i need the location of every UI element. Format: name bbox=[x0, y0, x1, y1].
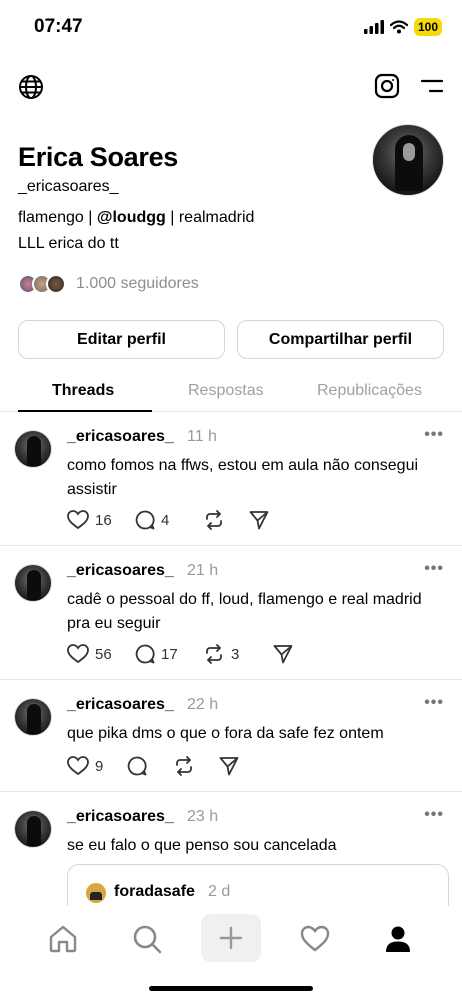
post-timestamp: 21 h bbox=[187, 562, 219, 579]
share-button[interactable] bbox=[249, 510, 269, 530]
post-timestamp: 22 h bbox=[187, 696, 219, 713]
nav-search[interactable] bbox=[122, 916, 172, 962]
share-button[interactable] bbox=[273, 644, 293, 664]
home-indicator bbox=[149, 986, 313, 991]
post-username[interactable]: _ericasoares_ bbox=[67, 428, 174, 446]
heart-icon bbox=[67, 644, 89, 664]
nav-profile[interactable] bbox=[373, 916, 423, 962]
nav-add[interactable] bbox=[201, 914, 261, 962]
wifi-icon bbox=[389, 20, 408, 34]
search-icon bbox=[133, 925, 162, 954]
bio-text: | realmadrid bbox=[165, 209, 255, 226]
bio-text: flamengo | bbox=[18, 209, 97, 226]
nav-home[interactable] bbox=[38, 916, 88, 962]
post-actions: 56 17 3 bbox=[67, 644, 293, 664]
add-icon bbox=[219, 926, 243, 950]
thread-post[interactable]: _ericasoares_ 22 h ••• que pika dms o qu… bbox=[0, 680, 462, 792]
like-button[interactable]: 9 bbox=[67, 756, 127, 776]
tab-replies[interactable]: Respostas bbox=[188, 382, 264, 400]
more-options-icon[interactable]: ••• bbox=[424, 694, 444, 712]
post-actions: 16 4 bbox=[67, 510, 269, 530]
comment-button[interactable] bbox=[127, 756, 173, 776]
home-icon bbox=[49, 925, 77, 953]
edit-profile-button[interactable]: Editar perfil bbox=[18, 320, 225, 359]
followers-count: 1.000 seguidores bbox=[76, 275, 199, 292]
post-avatar[interactable] bbox=[14, 564, 52, 602]
repost-button[interactable] bbox=[173, 756, 219, 776]
tab-reposts[interactable]: Republicações bbox=[317, 382, 422, 400]
followers-row[interactable]: 1.000 seguidores bbox=[18, 274, 199, 294]
tab-threads[interactable]: Threads bbox=[52, 382, 114, 400]
repost-icon bbox=[206, 510, 222, 530]
share-icon bbox=[219, 757, 239, 776]
comment-count: 4 bbox=[161, 511, 170, 529]
like-button[interactable]: 56 bbox=[67, 644, 135, 664]
thread-post[interactable]: _ericasoares_ 11 h ••• como fomos na ffw… bbox=[0, 412, 462, 546]
profile-name: Erica Soares bbox=[18, 142, 179, 172]
like-count: 16 bbox=[95, 511, 112, 529]
quoted-avatar bbox=[86, 883, 106, 903]
profile-tabs: Threads Respostas Republicações bbox=[0, 372, 462, 412]
signal-icon bbox=[363, 20, 384, 34]
share-icon bbox=[273, 645, 293, 664]
repost-icon bbox=[176, 756, 192, 776]
bottom-nav bbox=[0, 906, 462, 1000]
menu-icon[interactable] bbox=[420, 78, 444, 99]
post-actions: 9 bbox=[67, 756, 239, 776]
like-count: 9 bbox=[95, 757, 104, 775]
post-text: cadê o pessoal do ff, loud, flamengo e r… bbox=[67, 591, 422, 632]
profile-icon bbox=[386, 926, 410, 952]
comment-count: 17 bbox=[161, 645, 178, 663]
battery-indicator: 100 bbox=[413, 18, 442, 36]
repost-button[interactable] bbox=[203, 510, 249, 530]
thread-post[interactable]: _ericasoares_ 21 h ••• cadê o pessoal do… bbox=[0, 546, 462, 680]
post-username[interactable]: _ericasoares_ bbox=[67, 562, 174, 580]
globe-icon[interactable] bbox=[18, 74, 44, 105]
post-text: se eu falo o que penso sou cancelada bbox=[67, 837, 337, 854]
profile-bio-line2: LLL erica do tt bbox=[18, 235, 119, 252]
post-avatar[interactable] bbox=[14, 698, 52, 736]
comment-icon bbox=[135, 510, 155, 530]
quoted-timestamp: 2 d bbox=[208, 883, 231, 900]
activity-heart-icon bbox=[300, 925, 330, 952]
comment-icon bbox=[127, 756, 147, 776]
repost-button[interactable]: 3 bbox=[203, 644, 273, 664]
bio-mention-link[interactable]: @loudgg bbox=[97, 209, 166, 226]
post-username[interactable]: _ericasoares_ bbox=[67, 808, 174, 826]
top-bar bbox=[0, 70, 462, 104]
quoted-username[interactable]: foradasafe bbox=[114, 883, 195, 901]
share-button[interactable] bbox=[219, 756, 239, 776]
post-text: como fomos na ffws, estou em aula não co… bbox=[67, 457, 419, 498]
profile-bio-line1: flamengo | @loudgg | realmadrid bbox=[18, 209, 254, 227]
follower-avatar bbox=[46, 274, 66, 294]
instagram-icon[interactable] bbox=[374, 73, 400, 104]
post-username[interactable]: _ericasoares_ bbox=[67, 696, 174, 714]
heart-icon bbox=[67, 510, 89, 530]
comment-icon bbox=[135, 644, 155, 664]
more-options-icon[interactable]: ••• bbox=[424, 426, 444, 444]
comment-button[interactable]: 17 bbox=[135, 644, 203, 664]
post-timestamp: 23 h bbox=[187, 808, 219, 825]
post-text: que pika dms o que o fora da safe fez on… bbox=[67, 725, 384, 742]
more-options-icon[interactable]: ••• bbox=[424, 806, 444, 824]
profile-buttons: Editar perfil Compartilhar perfil bbox=[18, 320, 444, 359]
repost-count: 3 bbox=[231, 645, 240, 663]
post-timestamp: 11 h bbox=[187, 428, 217, 445]
post-avatar[interactable] bbox=[14, 430, 52, 468]
share-profile-button[interactable]: Compartilhar perfil bbox=[237, 320, 444, 359]
status-icons: 100 bbox=[363, 18, 442, 36]
status-time: 07:47 bbox=[34, 16, 83, 37]
status-bar: 07:47 100 bbox=[0, 0, 462, 56]
nav-activity[interactable] bbox=[290, 916, 340, 962]
repost-icon bbox=[206, 644, 222, 664]
heart-icon bbox=[67, 756, 89, 776]
post-avatar[interactable] bbox=[14, 810, 52, 848]
like-count: 56 bbox=[95, 645, 112, 663]
comment-button[interactable]: 4 bbox=[135, 510, 203, 530]
profile-handle: _ericasoares_ bbox=[18, 178, 119, 195]
profile-avatar[interactable] bbox=[372, 124, 444, 196]
share-icon bbox=[249, 511, 269, 530]
more-options-icon[interactable]: ••• bbox=[424, 560, 444, 578]
like-button[interactable]: 16 bbox=[67, 510, 135, 530]
